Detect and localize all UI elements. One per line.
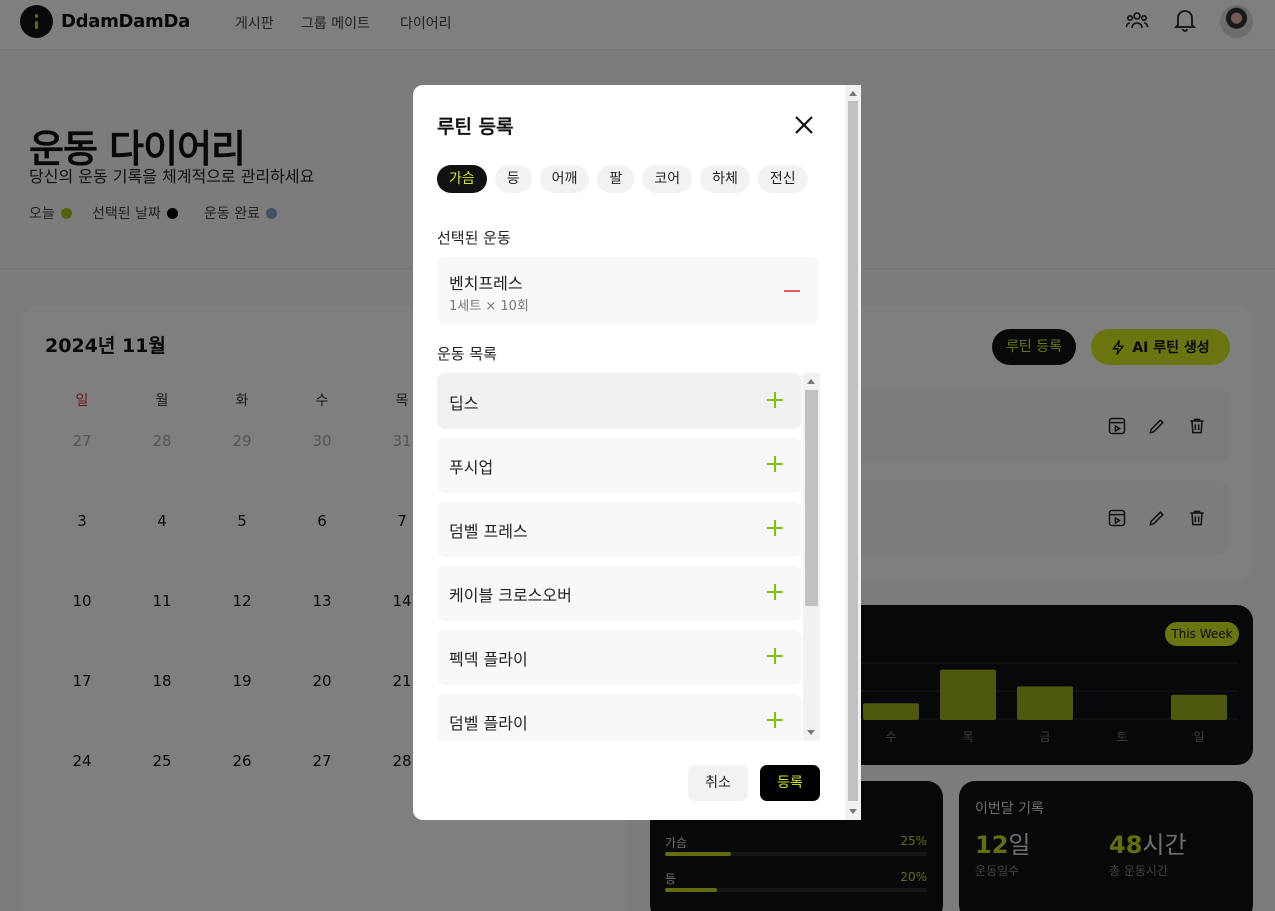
category-chip-back[interactable]: 등 [494, 165, 532, 193]
exercise-name: 푸시업 [449, 458, 494, 477]
add-icon[interactable] [767, 648, 783, 664]
routine-register-modal: 루틴 등록 가슴 등 어깨 팔 코어 하체 전신 선택된 운동 벤치프레스 1세… [413, 85, 861, 820]
scroll-down-icon[interactable] [849, 809, 857, 814]
exercise-name: 딥스 [449, 394, 479, 413]
exercise-name: 덤벨 플라이 [449, 714, 528, 733]
add-icon[interactable] [767, 520, 783, 536]
category-chips: 가슴 등 어깨 팔 코어 하체 전신 [437, 165, 808, 193]
modal-title: 루틴 등록 [437, 116, 514, 138]
exercise-name: 케이블 크로스오버 [449, 586, 572, 605]
modal-scrollbar-thumb[interactable] [848, 101, 858, 801]
list-item[interactable]: 덤벨 플라이 [437, 693, 802, 741]
scroll-down-icon[interactable] [807, 730, 815, 735]
add-icon[interactable] [767, 392, 783, 408]
add-icon[interactable] [767, 456, 783, 472]
selected-exercise-detail: 1세트 × 10회 [449, 299, 529, 314]
scroll-up-icon[interactable] [807, 379, 815, 384]
scroll-up-icon[interactable] [849, 91, 857, 96]
modal-scrollbar[interactable] [845, 85, 861, 820]
selected-exercise-name: 벤치프레스 [449, 274, 523, 293]
list-scrollbar-thumb[interactable] [805, 390, 818, 606]
list-scrollbar[interactable] [803, 373, 820, 741]
selected-exercise: 벤치프레스 1세트 × 10회 [437, 257, 819, 324]
list-item[interactable]: 케이블 크로스오버 [437, 565, 802, 621]
submit-button[interactable]: 등록 [760, 765, 820, 801]
cancel-button[interactable]: 취소 [688, 765, 748, 801]
category-chip-chest[interactable]: 가슴 [437, 165, 487, 193]
add-icon[interactable] [767, 584, 783, 600]
list-heading: 운동 목록 [437, 345, 497, 363]
category-chip-core[interactable]: 코어 [642, 165, 693, 193]
exercise-list[interactable]: 딥스 푸시업 덤벨 프레스 케이블 크로스오버 펙덱 플라이 덤벨 플라이 [437, 373, 821, 741]
list-item[interactable]: 푸시업 [437, 437, 802, 493]
category-chip-shoulder[interactable]: 어깨 [539, 165, 590, 193]
exercise-name: 펙덱 플라이 [449, 650, 528, 669]
list-item[interactable]: 덤벨 프레스 [437, 501, 802, 557]
remove-icon[interactable] [784, 290, 800, 292]
list-item[interactable]: 딥스 [437, 373, 802, 429]
list-item[interactable]: 펙덱 플라이 [437, 629, 802, 685]
add-icon[interactable] [767, 712, 783, 728]
category-chip-full[interactable]: 전신 [757, 165, 808, 193]
close-icon[interactable] [793, 114, 815, 136]
category-chip-arm[interactable]: 팔 [597, 165, 635, 193]
selected-heading: 선택된 운동 [437, 229, 511, 247]
category-chip-lower[interactable]: 하체 [700, 165, 750, 193]
exercise-name: 덤벨 프레스 [449, 522, 528, 541]
